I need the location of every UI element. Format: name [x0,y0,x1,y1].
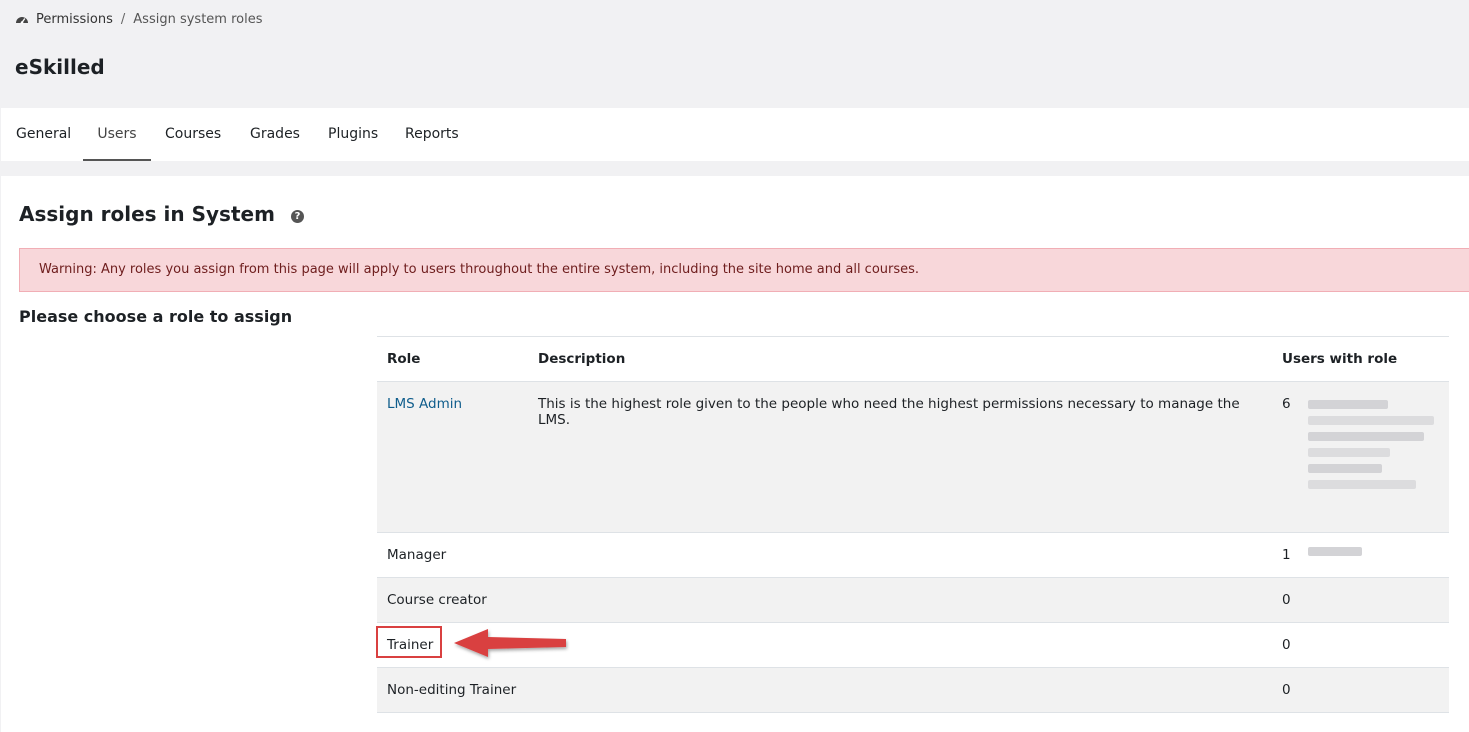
header-description: Description [528,336,1272,382]
header-users-with-role: Users with role [1272,336,1449,382]
description-cell [528,577,1272,623]
secondary-navigation: General Users Courses Grades Plugins Rep… [1,108,1469,161]
breadcrumb-separator: / [120,11,126,27]
choose-role-heading: Please choose a role to assign [19,307,293,326]
warning-alert: Warning: Any roles you assign from this … [19,248,1469,292]
dashboard-icon [16,17,28,24]
role-cell[interactable]: Non-editing Trainer [377,667,528,713]
breadcrumb-permissions[interactable]: Permissions [36,12,113,27]
site-title: eSkilled [15,55,105,79]
role-cell[interactable]: Course creator [377,577,528,623]
users-cell: 0 [1272,667,1449,713]
table-row: Course creator 0 [377,577,1449,623]
description-cell [528,622,1272,668]
tab-grades[interactable]: Grades [250,108,300,161]
table-row: Non-editing Trainer 0 [377,667,1449,713]
redacted-user-list [1308,396,1434,496]
user-count: 0 [1282,637,1291,653]
header-role: Role [377,336,528,382]
description-cell [528,532,1272,578]
redacted-user-list [1308,547,1362,556]
user-count: 0 [1282,592,1291,608]
users-cell: 6 [1272,381,1449,533]
description-cell: This is the highest role given to the pe… [528,381,1272,533]
tab-users[interactable]: Users [83,108,151,161]
description-cell [528,667,1272,713]
users-cell: 0 [1272,622,1449,668]
tab-plugins[interactable]: Plugins [328,108,378,161]
tab-courses[interactable]: Courses [165,108,221,161]
annotation-arrow-icon [454,629,566,657]
annotation-highlight-box [376,626,442,658]
breadcrumb: Permissions / Assign system roles [15,10,262,28]
user-count: 1 [1282,547,1291,563]
table-row: Manager 1 [377,532,1449,578]
user-count: 0 [1282,682,1291,698]
page-heading: Assign roles in System [19,202,275,226]
role-link-lms-admin[interactable]: LMS Admin [387,396,462,412]
breadcrumb-assign-system-roles[interactable]: Assign system roles [133,12,262,27]
question-circle-icon[interactable]: ? [291,210,304,223]
role-cell: LMS Admin [377,381,528,533]
tab-general[interactable]: General [16,108,71,161]
table-row: LMS Admin This is the highest role given… [377,381,1449,533]
users-cell: 1 [1272,532,1449,578]
role-cell[interactable]: Manager [377,532,528,578]
tab-reports[interactable]: Reports [405,108,459,161]
users-cell: 0 [1272,577,1449,623]
user-count: 6 [1282,396,1291,412]
table-header-row: Role Description Users with role [377,336,1449,382]
